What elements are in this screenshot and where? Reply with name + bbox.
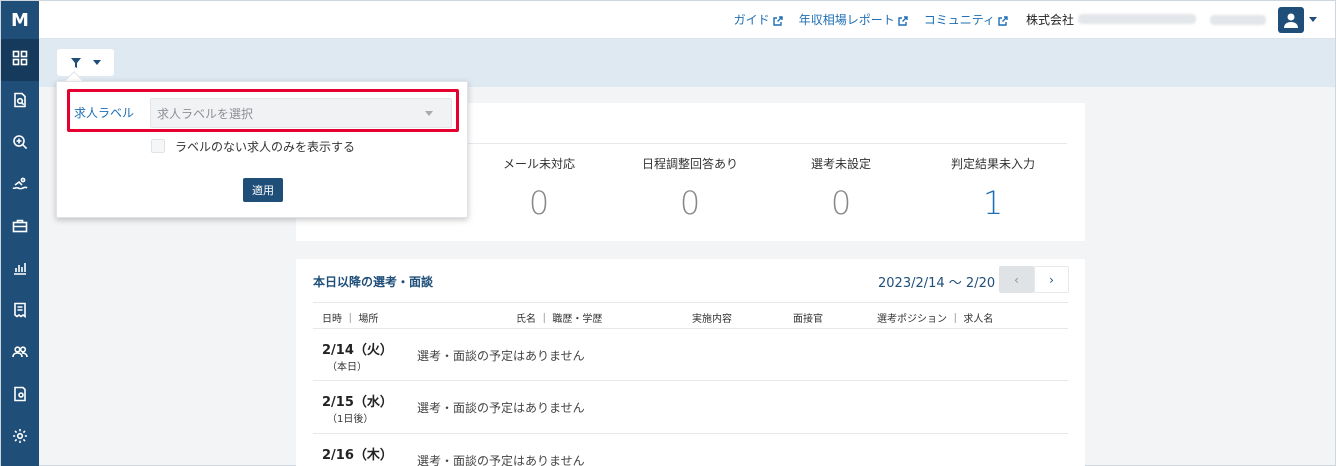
unlabeled-only-checkbox[interactable] bbox=[151, 139, 165, 153]
bar-chart-icon bbox=[12, 260, 28, 280]
column-header-name: 氏名 ｜ 職歴・学歴 bbox=[516, 314, 603, 325]
apply-button[interactable]: 適用 bbox=[243, 178, 283, 202]
users-icon bbox=[12, 344, 28, 364]
sidebar-item-briefcase[interactable] bbox=[1, 207, 39, 249]
sidebar-item-document-settings[interactable] bbox=[1, 375, 39, 417]
filter-button[interactable] bbox=[57, 49, 114, 76]
document-settings-icon bbox=[12, 386, 28, 406]
sidebar-item-search[interactable] bbox=[1, 123, 39, 165]
divider bbox=[313, 380, 1068, 381]
prev-week-button[interactable]: ‹ bbox=[999, 266, 1034, 293]
sidebar-item-report[interactable] bbox=[1, 249, 39, 291]
top-header: ガイド 年収相場レポート コミュニティ 株式会社 bbox=[39, 1, 1335, 39]
column-header-position: 選考ポジション ｜ 求人名 bbox=[877, 314, 994, 325]
schedule-title: 本日以降の選考・面談 bbox=[313, 275, 434, 289]
redacted-user-name bbox=[1210, 14, 1266, 25]
filter-popup: 求人ラベル 求人ラベルを選択 ラベルのない求人のみを表示する 適用 bbox=[56, 81, 468, 218]
schedule-card: 本日以降の選考・面談 2023/2/14 ～ 2/20 ‹ › 日時 ｜ 場所 … bbox=[296, 259, 1085, 466]
user-icon bbox=[1284, 13, 1298, 28]
filter-icon bbox=[70, 57, 81, 68]
sidebar-item-receipt[interactable] bbox=[1, 291, 39, 333]
search-plus-icon bbox=[12, 134, 28, 154]
chevron-down-icon bbox=[425, 111, 433, 116]
dashboard-icon bbox=[12, 50, 28, 70]
receipt-icon bbox=[12, 302, 28, 322]
company-name: 株式会社 bbox=[1026, 11, 1196, 28]
sidebar-item-users[interactable] bbox=[1, 333, 39, 375]
swimmer-icon bbox=[12, 176, 28, 196]
chevron-down-icon bbox=[92, 60, 101, 65]
stat-unanswered-mail[interactable]: メール未対応 0 bbox=[459, 155, 619, 222]
sidebar-item-dashboard[interactable] bbox=[1, 39, 39, 81]
guide-link[interactable]: ガイド bbox=[734, 11, 783, 28]
chevron-down-icon[interactable] bbox=[1309, 17, 1317, 22]
document-search-icon bbox=[12, 92, 28, 112]
sidebar: M bbox=[1, 1, 39, 466]
sidebar-item-swimmer[interactable] bbox=[1, 165, 39, 207]
unlabeled-only-label[interactable]: ラベルのない求人のみを表示する bbox=[175, 138, 355, 155]
date-range: 2023/2/14 ～ 2/20 bbox=[878, 276, 996, 291]
salary-report-link[interactable]: 年収相場レポート bbox=[799, 11, 908, 28]
external-link-icon bbox=[772, 15, 783, 26]
stat-result-pending[interactable]: 判定結果未入力 1 bbox=[913, 155, 1073, 222]
job-label-title: 求人ラベル bbox=[74, 106, 135, 120]
next-week-button[interactable]: › bbox=[1034, 266, 1069, 293]
stat-selection-unset[interactable]: 選考未設定 0 bbox=[761, 155, 921, 222]
column-header-interviewer: 面接官 bbox=[793, 314, 823, 325]
app-logo[interactable]: M bbox=[1, 1, 39, 39]
stat-schedule-response[interactable]: 日程調整回答あり 0 bbox=[610, 155, 770, 222]
column-header-content: 実施内容 bbox=[692, 314, 732, 325]
redacted-company bbox=[1078, 14, 1196, 24]
avatar[interactable] bbox=[1278, 6, 1304, 33]
community-link[interactable]: コミュニティ bbox=[924, 11, 1008, 28]
sidebar-item-settings[interactable] bbox=[1, 417, 39, 459]
sidebar-item-document-search[interactable] bbox=[1, 81, 39, 123]
gear-icon bbox=[12, 428, 28, 448]
filter-bar bbox=[39, 39, 1335, 87]
job-label-select[interactable]: 求人ラベルを選択 bbox=[150, 98, 452, 128]
divider bbox=[313, 433, 1068, 434]
briefcase-icon bbox=[12, 218, 28, 238]
column-header-datetime: 日時 ｜ 場所 bbox=[322, 314, 379, 325]
external-link-icon bbox=[898, 15, 908, 26]
external-link-icon bbox=[998, 15, 1008, 26]
divider bbox=[313, 302, 1068, 303]
divider bbox=[313, 328, 1068, 329]
